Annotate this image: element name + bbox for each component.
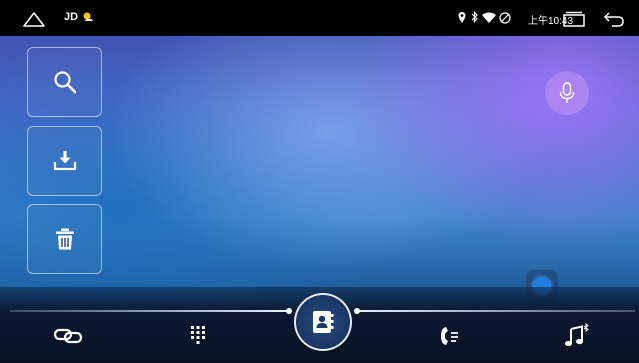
nav-dialpad-button[interactable] xyxy=(178,320,218,352)
search-button[interactable] xyxy=(27,47,102,117)
call-log-icon xyxy=(441,327,458,345)
contacts-icon xyxy=(313,311,334,333)
status-icons xyxy=(458,11,522,25)
trash-icon xyxy=(55,228,74,250)
nav-call-log-button[interactable] xyxy=(430,320,470,352)
location-icon xyxy=(458,12,466,23)
nav-divider-dot xyxy=(354,308,360,314)
bluetooth-music-icon xyxy=(565,323,589,347)
nav-contacts-button[interactable] xyxy=(294,293,352,351)
recent-apps-icon[interactable] xyxy=(563,11,585,27)
nav-divider-left xyxy=(10,310,288,312)
search-icon xyxy=(53,71,76,94)
weather-icon xyxy=(81,10,95,24)
voice-button[interactable] xyxy=(545,71,589,115)
delete-contacts-button[interactable] xyxy=(27,204,102,274)
status-app-label: JD xyxy=(64,11,79,23)
no-sim-icon xyxy=(499,12,511,24)
nav-divider-dot xyxy=(286,308,292,314)
dialpad-icon xyxy=(191,326,205,344)
status-bar: JD 上午10:43 xyxy=(0,0,639,36)
phone-app-screen: JD 上午10:43 xyxy=(0,0,639,363)
nav-bluetooth-music-button[interactable] xyxy=(556,320,596,352)
home-icon[interactable] xyxy=(22,10,46,28)
back-icon[interactable] xyxy=(603,10,625,28)
link-icon xyxy=(53,328,83,344)
download-icon xyxy=(53,151,76,171)
microphone-icon xyxy=(559,82,575,103)
download-contacts-button[interactable] xyxy=(27,126,102,196)
wifi-icon xyxy=(482,12,496,23)
bluetooth-icon xyxy=(471,11,478,23)
nav-link-button[interactable] xyxy=(48,320,88,352)
nav-divider-right xyxy=(355,310,635,312)
